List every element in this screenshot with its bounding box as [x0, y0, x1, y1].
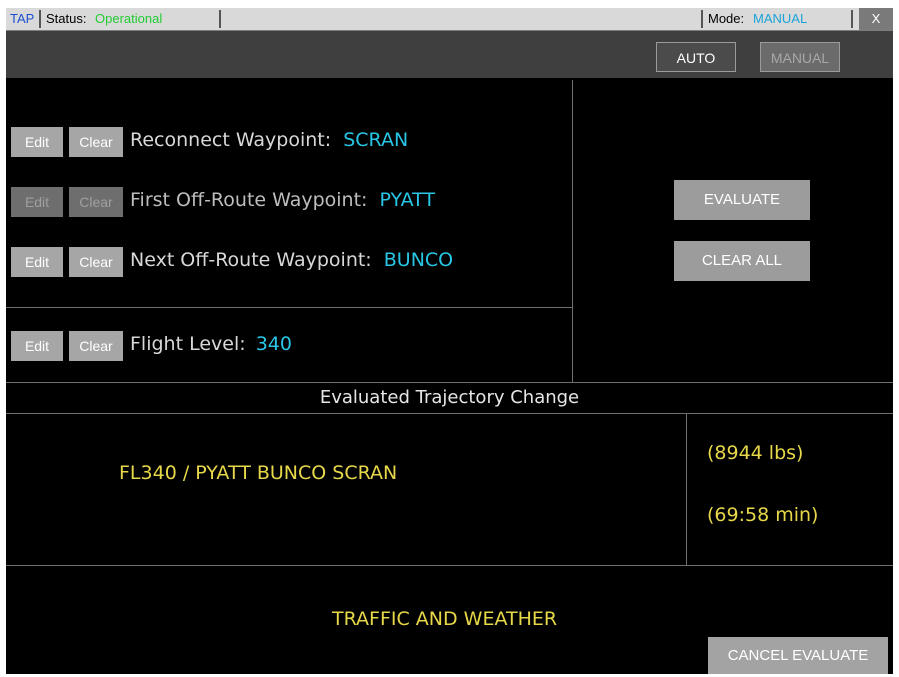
evaluated-trajectory-header: Evaluated Trajectory Change	[319, 387, 580, 408]
evaluated-route: FL340 / PYATT BUNCO SCRAN	[119, 462, 398, 484]
clear-next-off-route-button[interactable]: Clear	[69, 247, 123, 277]
cancel-evaluate-button[interactable]: CANCEL EVALUATE	[708, 637, 888, 674]
fuel-value: (8944 lbs)	[707, 442, 804, 464]
reconnect-waypoint-value: SCRAN	[343, 129, 409, 151]
divider	[6, 307, 572, 308]
auto-button[interactable]: AUTO	[656, 42, 736, 72]
divider	[851, 10, 853, 28]
edit-reconnect-button[interactable]: Edit	[11, 127, 63, 157]
divider	[572, 80, 573, 382]
mode-label: Mode:	[708, 11, 745, 26]
flight-level-field: Flight Level: 340	[130, 333, 292, 355]
reconnect-waypoint-label: Reconnect Waypoint:	[130, 129, 332, 151]
status-value: Operational	[95, 11, 163, 26]
close-button[interactable]: X	[859, 8, 893, 30]
first-off-route-waypoint-label: First Off-Route Waypoint:	[130, 189, 368, 211]
app-name: TAP	[10, 11, 35, 26]
flight-level-value: 340	[255, 333, 292, 355]
first-off-route-waypoint-field: First Off-Route Waypoint: PYATT	[130, 189, 435, 211]
edit-first-off-route-button[interactable]: Edit	[11, 187, 63, 217]
clear-reconnect-button[interactable]: Clear	[69, 127, 123, 157]
clear-all-button[interactable]: CLEAR ALL	[674, 241, 810, 281]
clear-flight-level-button[interactable]: Clear	[69, 331, 123, 361]
status-label: Status:	[46, 11, 87, 26]
flight-level-label: Flight Level:	[130, 333, 246, 355]
next-off-route-waypoint-value: BUNCO	[383, 249, 454, 271]
title-bar: TAP Status: Operational Mode: MANUAL X	[6, 8, 893, 31]
clear-first-off-route-button[interactable]: Clear	[69, 187, 123, 217]
divider	[701, 10, 703, 28]
divider	[39, 10, 41, 28]
evaluate-button[interactable]: EVALUATE	[674, 180, 810, 220]
edit-flight-level-button[interactable]: Edit	[11, 331, 63, 361]
time-value: (69:58 min)	[707, 504, 819, 526]
edit-next-off-route-button[interactable]: Edit	[11, 247, 63, 277]
mode-value: MANUAL	[753, 11, 808, 26]
advisory-text: TRAFFIC AND WEATHER	[332, 608, 558, 630]
divider	[686, 413, 687, 565]
first-off-route-waypoint-value: PYATT	[379, 189, 436, 211]
divider	[219, 10, 221, 28]
divider	[6, 565, 893, 566]
next-off-route-waypoint-label: Next Off-Route Waypoint:	[130, 249, 372, 271]
manual-button[interactable]: MANUAL	[760, 42, 840, 72]
mode-toolbar: AUTO MANUAL	[6, 31, 893, 78]
divider	[6, 413, 893, 414]
reconnect-waypoint-field: Reconnect Waypoint: SCRAN	[130, 129, 408, 151]
tap-window: TAP Status: Operational Mode: MANUAL X A…	[6, 8, 893, 674]
next-off-route-waypoint-field: Next Off-Route Waypoint: BUNCO	[130, 249, 453, 271]
